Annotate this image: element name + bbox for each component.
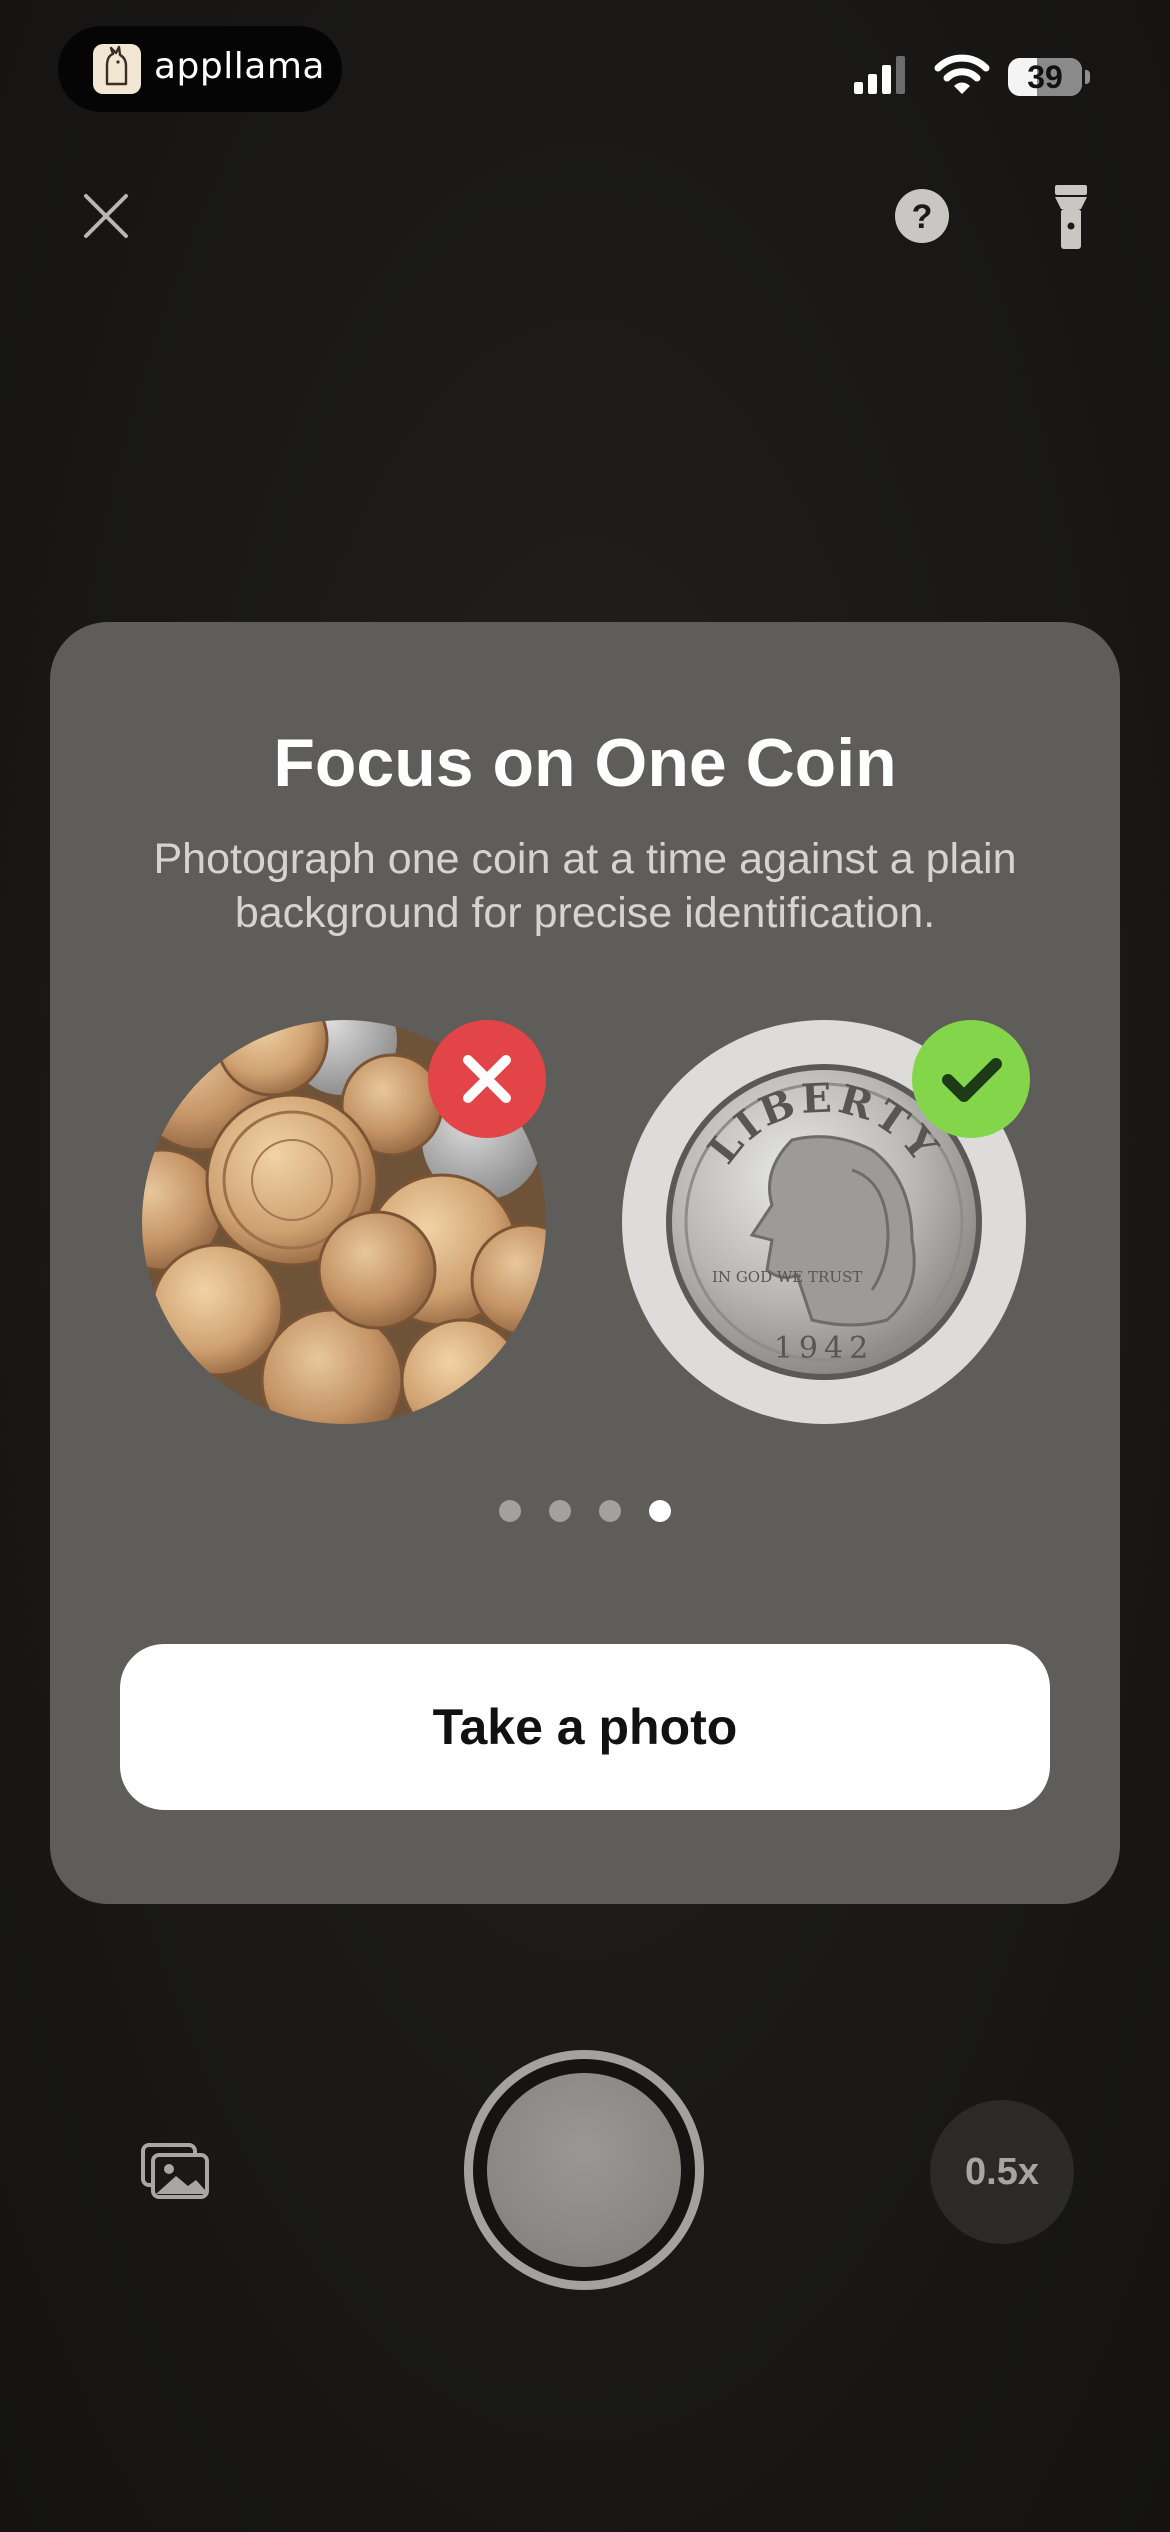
- pagination-dot[interactable]: [649, 1500, 671, 1522]
- shutter-button[interactable]: [464, 2050, 704, 2290]
- close-icon[interactable]: [82, 192, 130, 240]
- x-mark-icon: [428, 1020, 546, 1138]
- pagination-dot[interactable]: [499, 1500, 521, 1522]
- battery-cap: [1085, 70, 1090, 84]
- zoom-toggle-button[interactable]: 0.5x: [930, 2100, 1074, 2244]
- svg-text:?: ?: [912, 198, 933, 236]
- battery-level-text: 39: [1027, 59, 1063, 95]
- flashlight-icon[interactable]: [1054, 184, 1088, 250]
- battery-icon: 39: [1008, 58, 1082, 96]
- app-pill-label: appllama: [154, 46, 325, 87]
- take-photo-button[interactable]: Take a photo: [120, 1644, 1050, 1810]
- app-indicator-pill: appllama: [58, 26, 342, 112]
- help-icon[interactable]: ?: [894, 188, 950, 244]
- pagination-dots: [50, 1500, 1120, 1522]
- pagination-dot[interactable]: [599, 1500, 621, 1522]
- wifi-icon: [934, 54, 990, 94]
- tip-description: Photograph one coin at a time against a …: [153, 835, 1017, 937]
- shutter-inner: [487, 2073, 681, 2267]
- coin-motto-text: IN GOD WE TRUST: [712, 1268, 862, 1286]
- appllama-logo-icon: [93, 44, 141, 94]
- pagination-dot[interactable]: [549, 1500, 571, 1522]
- tip-card: Focus on One Coin Photograph one coin at…: [50, 622, 1120, 1904]
- camera-screen: appllama 39 ? Focus on One Coin Photogra…: [0, 0, 1170, 2532]
- tip-title: Focus on One Coin: [273, 725, 897, 801]
- photo-gallery-icon[interactable]: [140, 2142, 210, 2200]
- cellular-signal-icon: [854, 56, 905, 94]
- checkmark-icon: [912, 1020, 1030, 1138]
- coin-year-text: 1942: [774, 1331, 874, 1366]
